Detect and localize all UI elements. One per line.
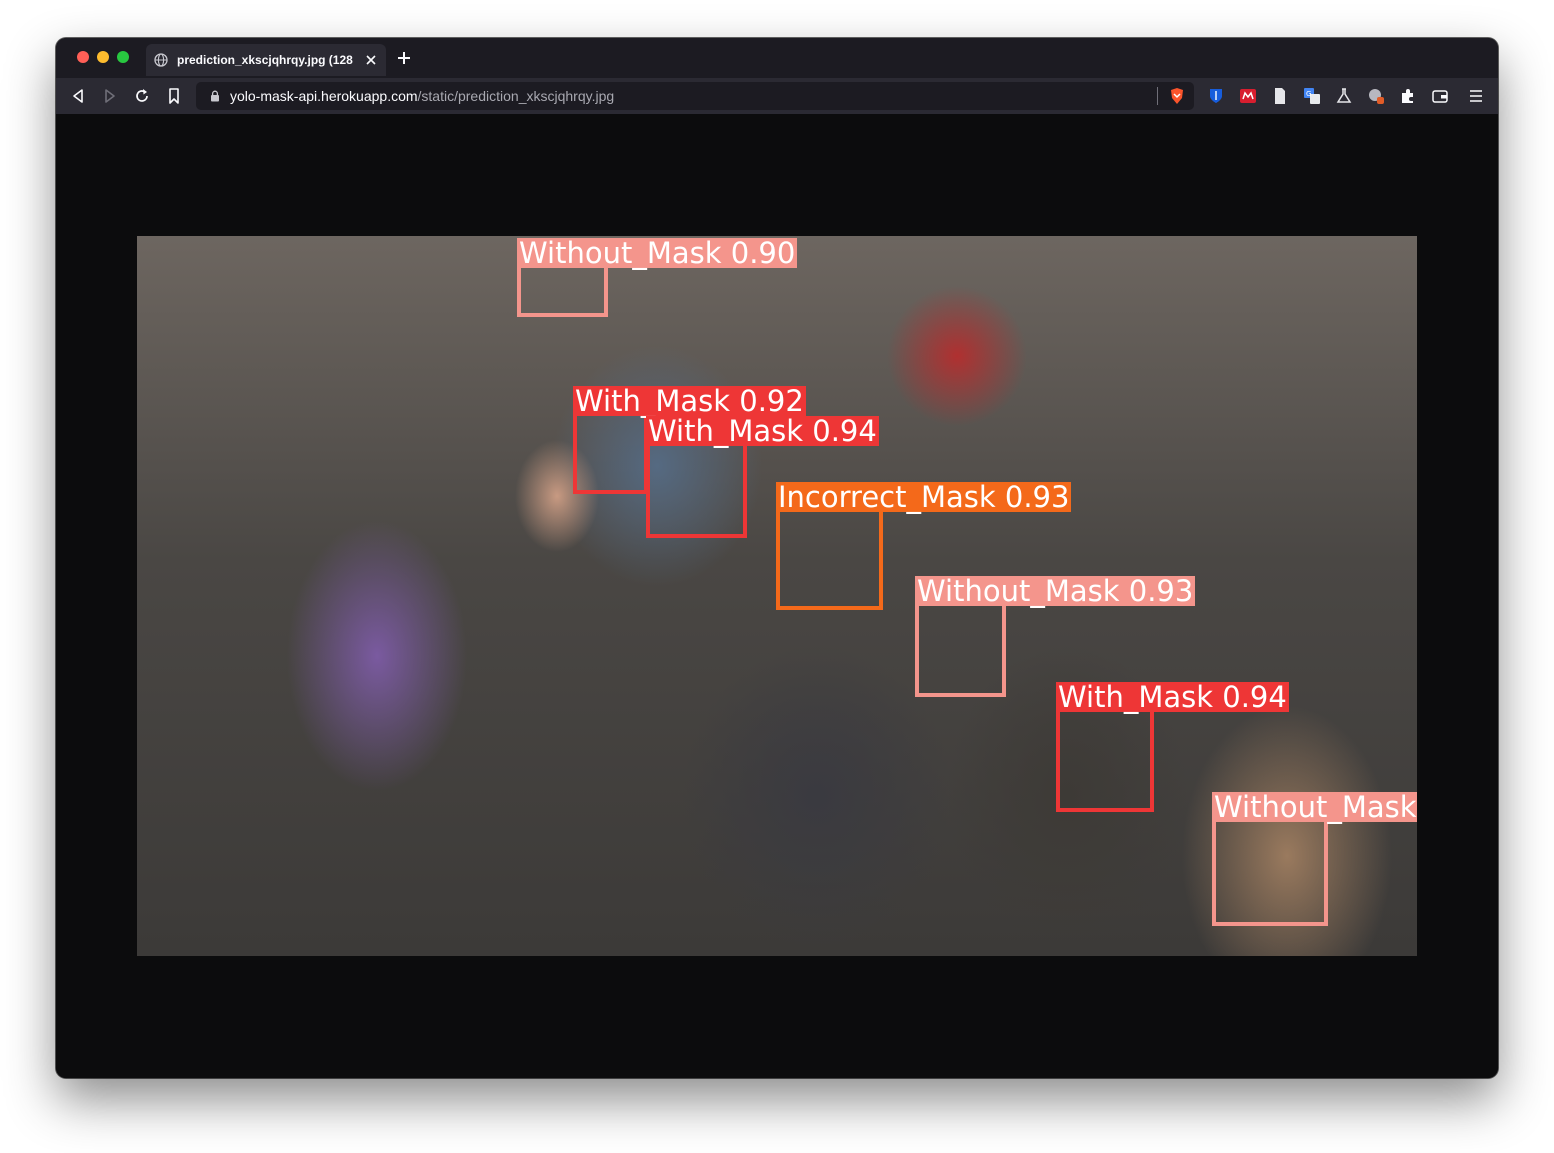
navigation-toolbar: yolo-mask-api.herokuapp.com/static/predi… <box>56 78 1498 114</box>
wallet-icon[interactable] <box>1431 87 1449 105</box>
address-bar[interactable]: yolo-mask-api.herokuapp.com/static/predi… <box>196 82 1194 110</box>
forward-icon[interactable] <box>100 86 120 106</box>
url-path: /static/prediction_xkscjqhrqy.jpg <box>417 88 615 104</box>
detection-label: Incorrect_Mask 0.93 <box>776 480 1072 514</box>
url-separator <box>1157 87 1158 105</box>
prediction-image: Without_Mask 0.90 With_Mask 0.92 With_Ma… <box>137 236 1417 956</box>
page-content: Without_Mask 0.90 With_Mask 0.92 With_Ma… <box>56 114 1498 1078</box>
detection-box <box>1212 818 1328 926</box>
svg-text:G: G <box>1306 90 1311 98</box>
flask-icon[interactable] <box>1335 87 1353 105</box>
new-tab-icon[interactable] <box>394 48 414 68</box>
translate-icon[interactable]: G <box>1303 87 1321 105</box>
detection-box <box>517 262 608 317</box>
reload-icon[interactable] <box>132 86 152 106</box>
close-tab-icon[interactable] <box>364 53 378 67</box>
zoom-window-button[interactable] <box>117 51 129 63</box>
detection-label: With_Mask 0.92 <box>573 384 806 418</box>
globe-icon <box>154 53 168 67</box>
detection-label: Without_Mask 0.93 <box>915 574 1196 608</box>
brave-shield-icon[interactable] <box>1168 87 1186 105</box>
menu-icon[interactable] <box>1467 87 1485 105</box>
extensions-puzzle-icon[interactable] <box>1399 87 1417 105</box>
tab-title: prediction_xkscjqhrqy.jpg (128 <box>177 53 353 67</box>
detection-box <box>573 412 648 494</box>
lock-icon <box>211 90 219 102</box>
mendeley-icon[interactable] <box>1239 87 1257 105</box>
browser-window: prediction_xkscjqhrqy.jpg (128 yolo-mask… <box>56 38 1498 1078</box>
tab-prediction-image[interactable]: prediction_xkscjqhrqy.jpg (128 <box>146 44 386 76</box>
url-host: yolo-mask-api.herokuapp.com <box>230 88 418 104</box>
close-window-button[interactable] <box>77 51 89 63</box>
detection-label: With_Mask 0.94 <box>646 414 879 448</box>
detection-label: With_Mask 0.94 <box>1056 680 1289 714</box>
bookmark-icon[interactable] <box>164 86 184 106</box>
detection-box <box>915 602 1006 697</box>
tab-bar: prediction_xkscjqhrqy.jpg (128 <box>56 38 1498 78</box>
detection-box <box>1056 708 1154 812</box>
detection-box <box>646 442 747 538</box>
detection-box <box>776 508 883 610</box>
spy-extension-icon[interactable] <box>1367 87 1385 105</box>
document-icon[interactable] <box>1271 87 1289 105</box>
back-icon[interactable] <box>68 86 88 106</box>
bitwarden-icon[interactable] <box>1207 87 1225 105</box>
minimize-window-button[interactable] <box>97 51 109 63</box>
detection-label: Without_Mask <box>1212 790 1417 824</box>
detection-label: Without_Mask 0.90 <box>517 236 798 270</box>
